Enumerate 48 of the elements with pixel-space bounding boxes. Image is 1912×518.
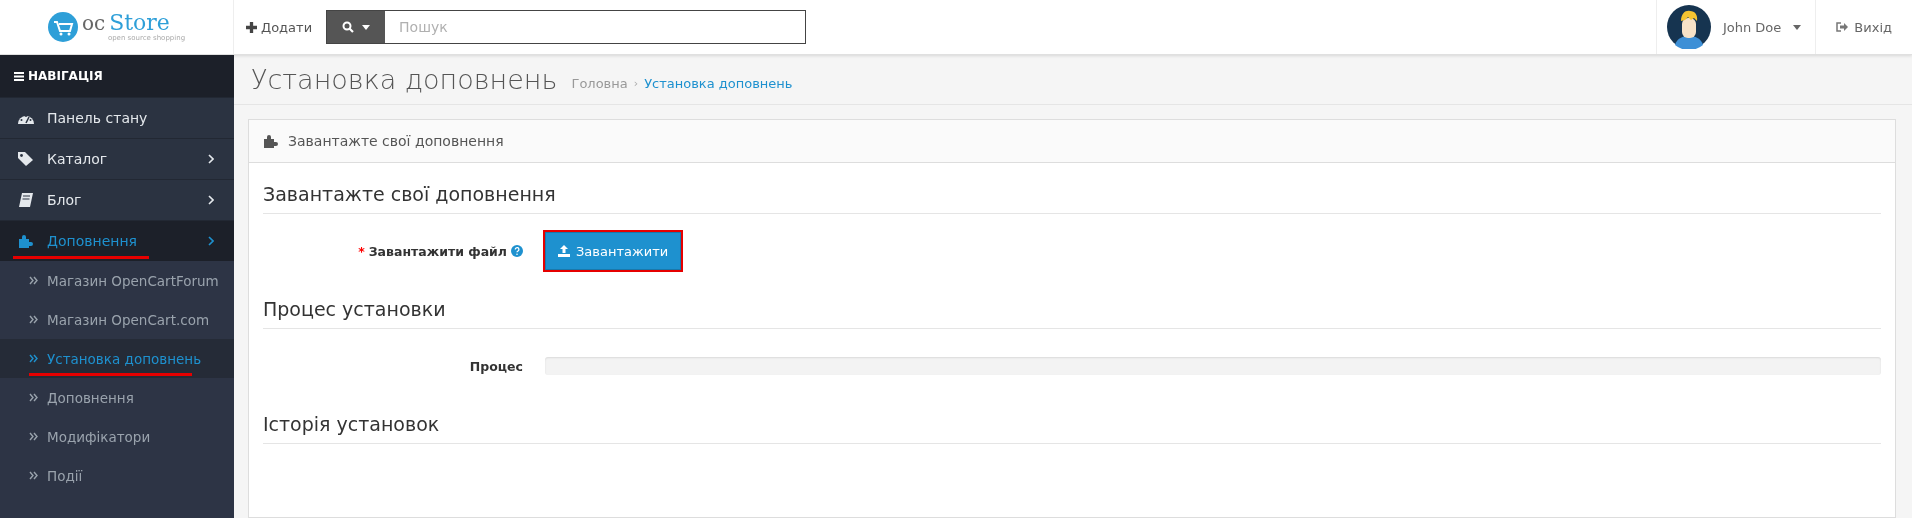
field-label: Процес	[469, 358, 523, 374]
breadcrumb-separator: ›	[633, 77, 639, 90]
chevron-icon	[208, 154, 214, 164]
plus-icon	[246, 21, 257, 33]
section-heading: Завантажте свої доповнення	[263, 173, 1881, 214]
search-icon	[342, 21, 355, 33]
field-label: Завантажити файл	[368, 243, 507, 259]
panel-heading: Завантажте свої доповнення	[288, 133, 504, 149]
logo-text: oc	[81, 13, 106, 33]
double-chevron-icon	[29, 432, 38, 441]
add-button[interactable]: Додати	[246, 19, 313, 35]
sidebar-item[interactable]: Панель стану	[0, 97, 234, 138]
search-dropdown-button[interactable]	[327, 11, 386, 43]
sidebar-item[interactable]: Блог	[0, 179, 234, 220]
avatar-icon[interactable]	[1666, 5, 1711, 49]
double-chevron-icon	[29, 315, 38, 324]
book-icon	[17, 192, 35, 208]
menu-icon	[14, 71, 24, 81]
upload-button[interactable]: Завантажити	[545, 232, 682, 270]
chevron-icon	[208, 195, 214, 205]
sidebar-item[interactable]: Каталог	[0, 138, 234, 179]
section-heading: Процес установки	[263, 288, 1881, 329]
caret-icon	[362, 24, 371, 30]
navigation-title: НАВІГАЦІЯ	[0, 55, 234, 97]
sign-out-icon	[1836, 22, 1849, 32]
sidebar-item[interactable]: Доповнення	[0, 220, 234, 261]
logout-link[interactable]: Вихід	[1816, 19, 1912, 35]
breadcrumb-link[interactable]: Головна	[571, 76, 628, 91]
required-mark: *	[358, 243, 365, 259]
page-title: Установка доповнень	[251, 64, 558, 95]
help-icon[interactable]	[511, 245, 523, 257]
chevron-icon	[208, 236, 214, 246]
puzzle-icon	[17, 234, 35, 248]
cart-logo-icon	[47, 12, 78, 42]
double-chevron-icon	[29, 276, 38, 285]
caret-icon[interactable]	[1793, 24, 1802, 30]
user-name[interactable]: John Doe	[1722, 19, 1782, 35]
tag-icon	[17, 151, 35, 167]
submenu-item[interactable]: Установка доповнень	[0, 339, 234, 378]
section-heading: Історія установок	[263, 403, 1881, 444]
puzzle-icon	[263, 134, 279, 148]
logo-text: Store	[109, 12, 170, 34]
upload-icon	[558, 245, 570, 257]
breadcrumb-link[interactable]: Установка доповнень	[644, 76, 793, 91]
double-chevron-icon	[29, 354, 38, 363]
search-bar[interactable]: Пошук	[326, 10, 807, 44]
double-chevron-icon	[29, 393, 38, 402]
double-chevron-icon	[29, 471, 38, 480]
